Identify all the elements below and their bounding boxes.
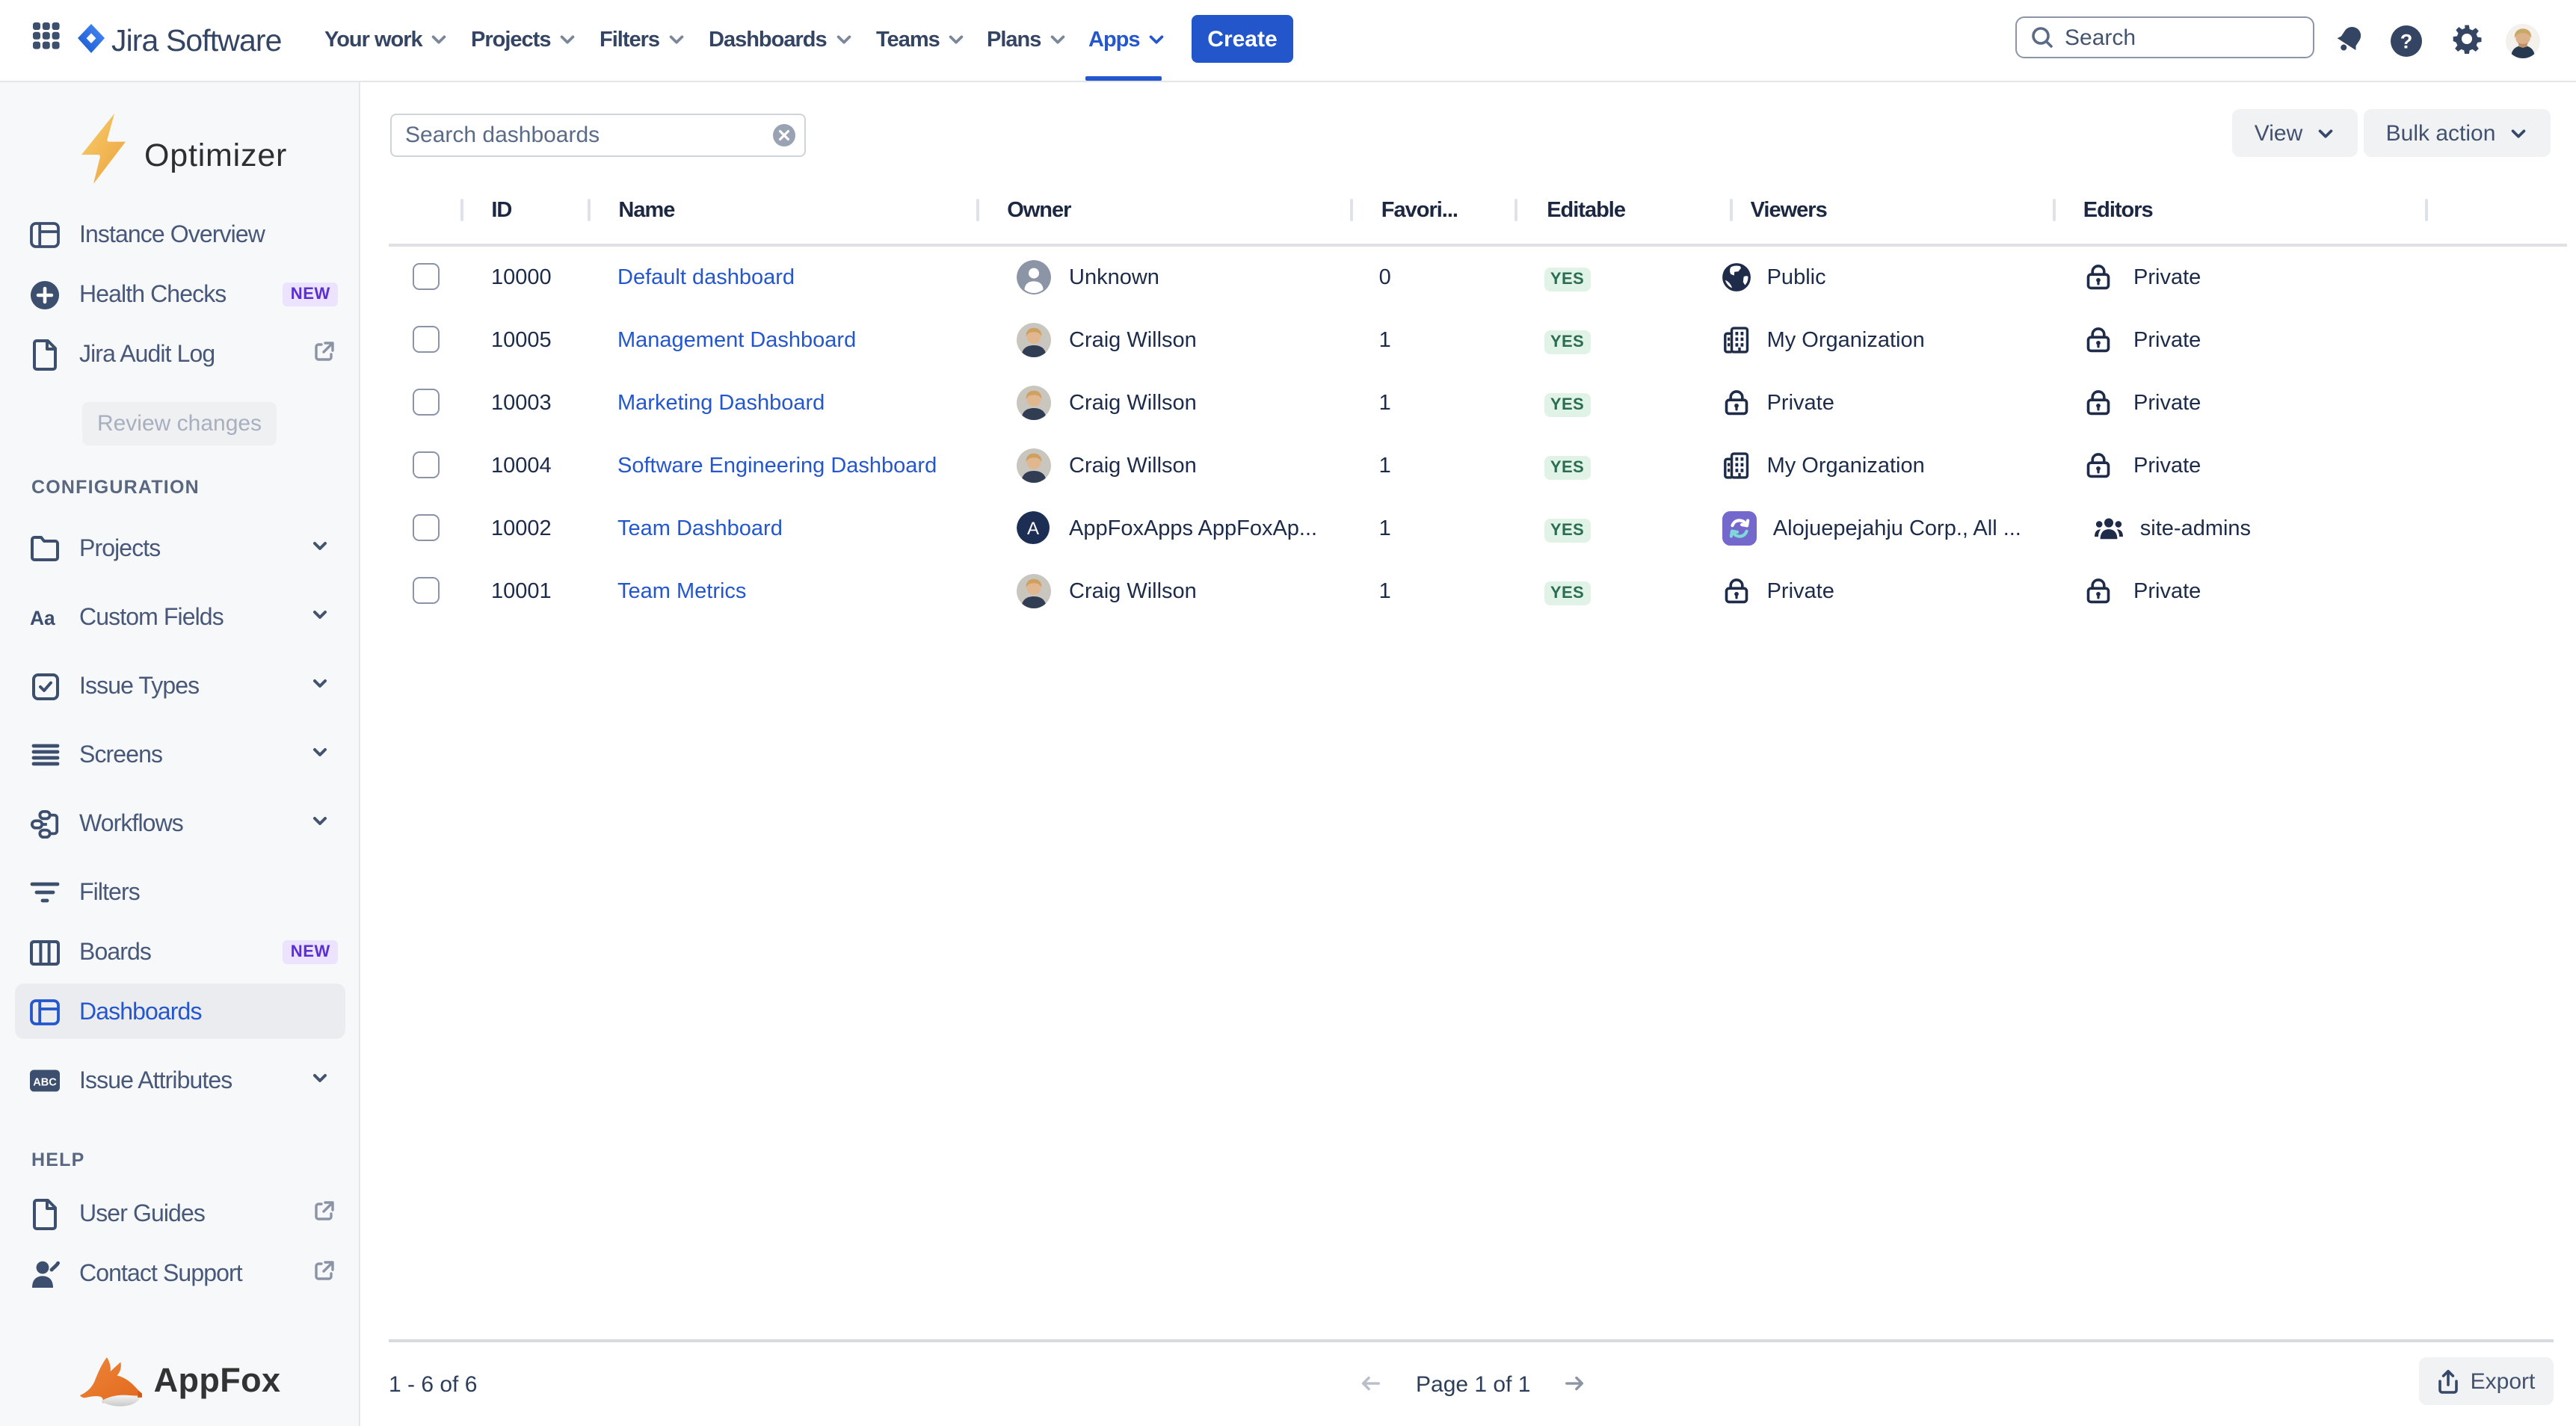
svg-text:Aa: Aa bbox=[30, 607, 55, 629]
svg-text:?: ? bbox=[2400, 30, 2413, 52]
svg-text:ABC: ABC bbox=[33, 1076, 57, 1088]
svg-text:A: A bbox=[1028, 518, 1040, 538]
